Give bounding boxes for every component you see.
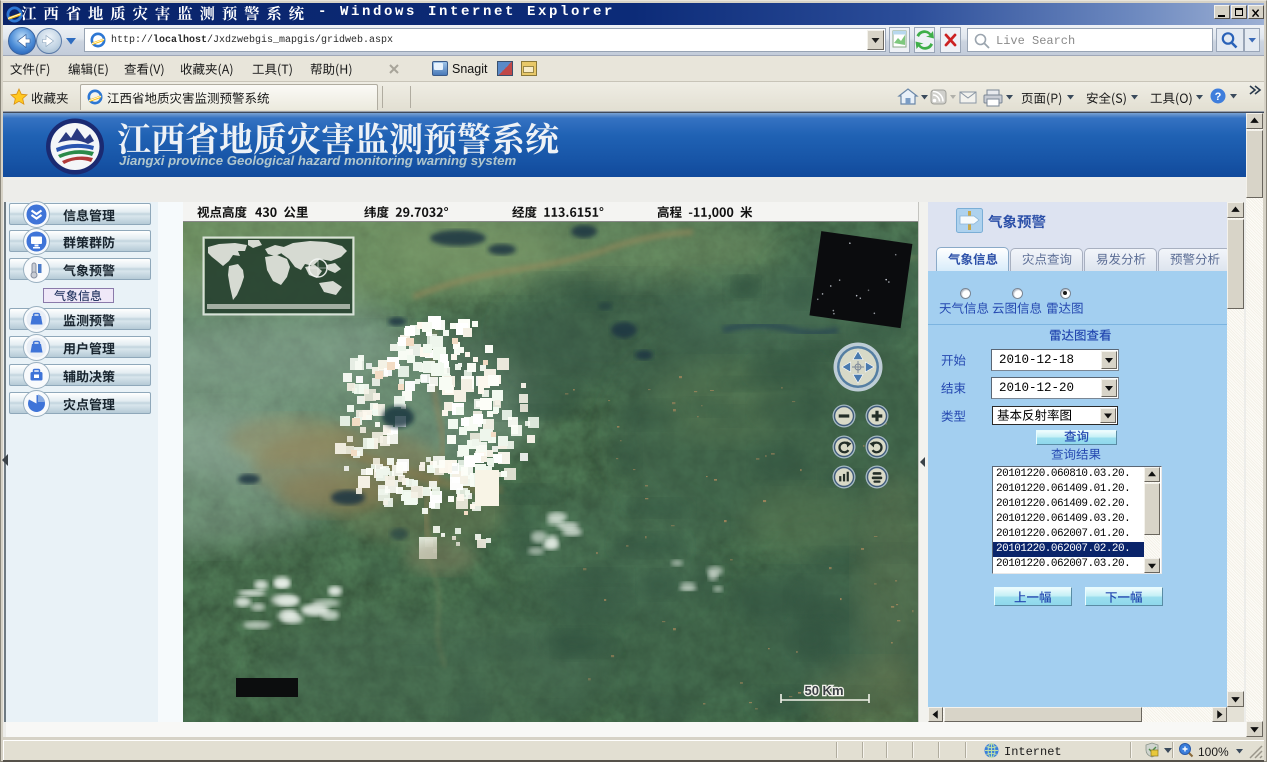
svg-text:50 Km: 50 Km — [804, 683, 843, 698]
svg-text:?: ? — [1215, 91, 1222, 103]
